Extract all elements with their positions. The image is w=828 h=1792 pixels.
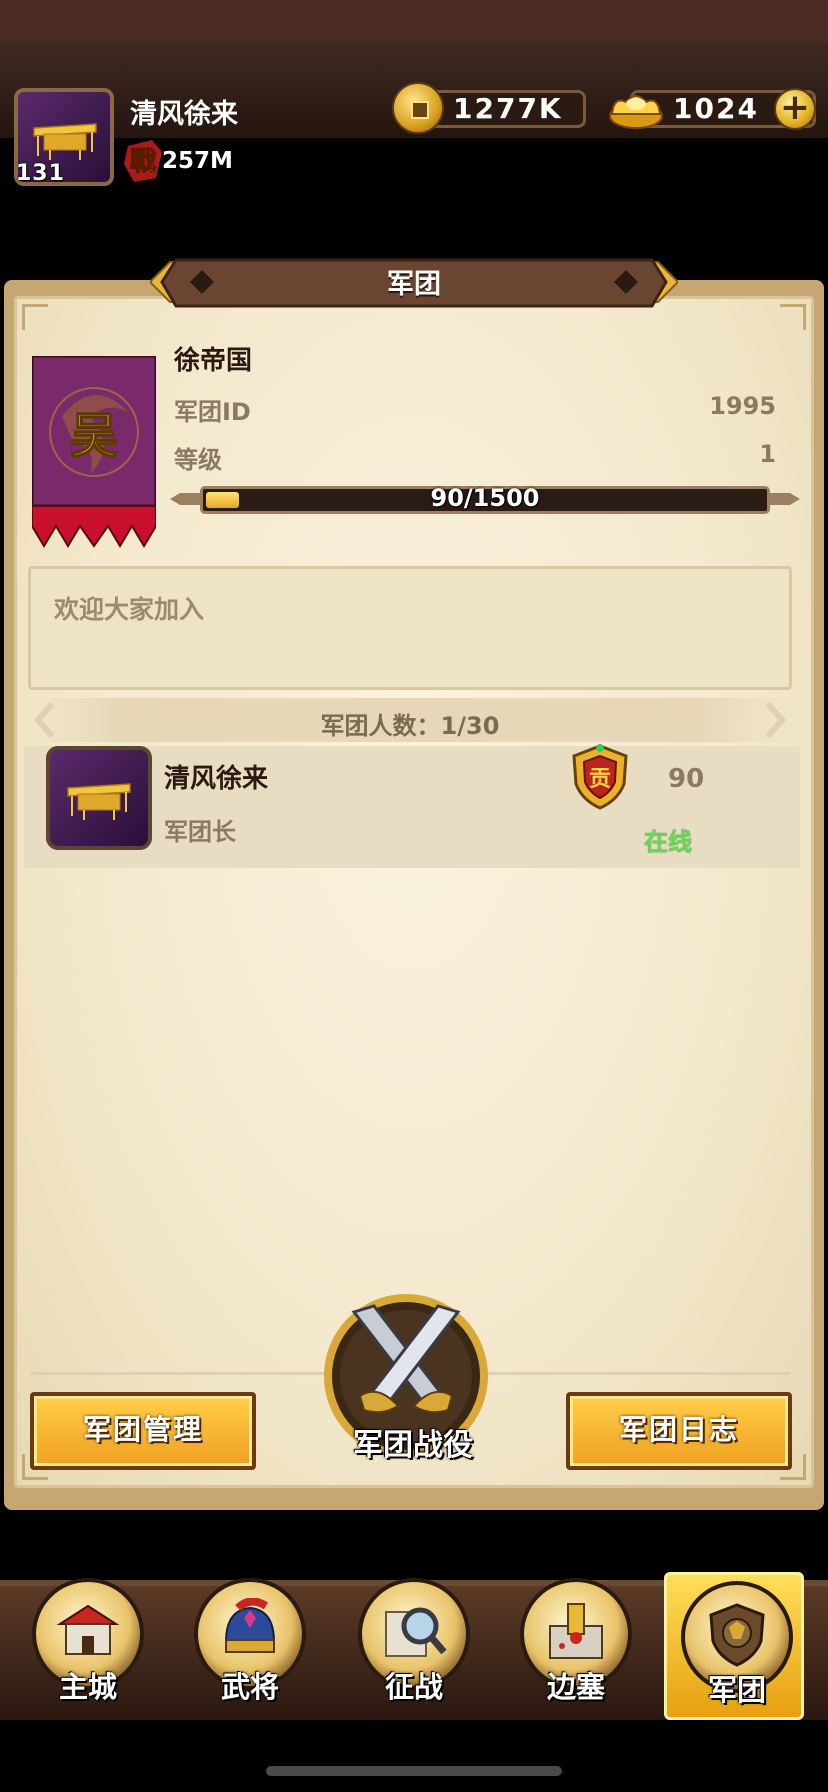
copper-coin-icon xyxy=(392,82,444,134)
panel-corner-ornament xyxy=(22,304,48,330)
contribution-glyph: 贡 xyxy=(589,767,611,792)
gold-ingot-icon xyxy=(609,95,663,129)
nav-item-main-city[interactable]: 主城 xyxy=(18,1572,158,1720)
legion-level-label: 等级 xyxy=(174,446,222,474)
nav-item-campaign[interactable]: 征战 xyxy=(344,1572,484,1720)
official-hat-icon xyxy=(33,123,97,160)
player-level: 131 xyxy=(16,161,65,186)
legion-id-value: 1995 xyxy=(709,392,776,420)
exp-bar-cap-left xyxy=(170,493,200,505)
member-contribution: 90 xyxy=(668,764,705,794)
home-indicator[interactable] xyxy=(266,1766,562,1776)
exp-bar-cap-right xyxy=(770,493,800,505)
contribution-badge-icon: 贡 xyxy=(572,744,628,810)
battle-power-value: 257M xyxy=(162,148,233,174)
legion-shield-icon xyxy=(709,1603,765,1667)
member-online-status: 在线 xyxy=(644,828,692,856)
official-hat-icon xyxy=(67,783,131,820)
member-name: 清风徐来 xyxy=(164,764,269,794)
nav-label: 军团 xyxy=(707,1673,766,1707)
battle-power-icon: 戰 xyxy=(124,140,162,182)
nav-label: 征战 xyxy=(384,1670,443,1704)
banner-character: 吴 xyxy=(70,408,118,464)
legion-log-button[interactable]: 军团日志 xyxy=(566,1392,792,1470)
frontier-tower-icon xyxy=(549,1603,603,1659)
member-role: 军团长 xyxy=(164,818,236,846)
castle-icon xyxy=(56,1604,120,1655)
player-name: 清风徐来 xyxy=(130,99,238,130)
magnifier-map-icon xyxy=(385,1607,447,1657)
battle-glyph: 戰 xyxy=(130,147,156,177)
panel-corner-ornament xyxy=(780,304,806,330)
legion-banner: 吴 xyxy=(32,356,156,548)
legion-notice-text: 欢迎大家加入 xyxy=(54,595,205,624)
panel-title: 军团 xyxy=(387,269,441,300)
nav-label: 武将 xyxy=(220,1670,279,1704)
legion-manage-button[interactable]: 军团管理 xyxy=(30,1392,256,1470)
legion-level-value: 1 xyxy=(759,440,776,468)
legion-exp-text: 90/1500 xyxy=(430,484,540,512)
member-count: 军团人数：1/30 xyxy=(320,712,500,740)
add-gold-button[interactable]: + xyxy=(774,88,816,130)
nav-item-generals[interactable]: 武将 xyxy=(180,1572,320,1720)
nav-label: 边塞 xyxy=(546,1670,605,1704)
nav-label: 主城 xyxy=(58,1670,117,1704)
legion-notice-box xyxy=(28,566,792,690)
legion-name: 徐帝国 xyxy=(174,346,253,376)
legion-campaign-label[interactable]: 军团战役 xyxy=(300,1420,526,1464)
nav-item-legion[interactable]: 军团 xyxy=(664,1572,804,1720)
member-avatar[interactable] xyxy=(46,746,152,850)
status-strip xyxy=(0,0,828,42)
legion-id-label: 军团ID xyxy=(174,398,251,426)
general-helmet-icon xyxy=(224,1598,276,1653)
nav-item-frontier[interactable]: 边塞 xyxy=(506,1572,646,1720)
